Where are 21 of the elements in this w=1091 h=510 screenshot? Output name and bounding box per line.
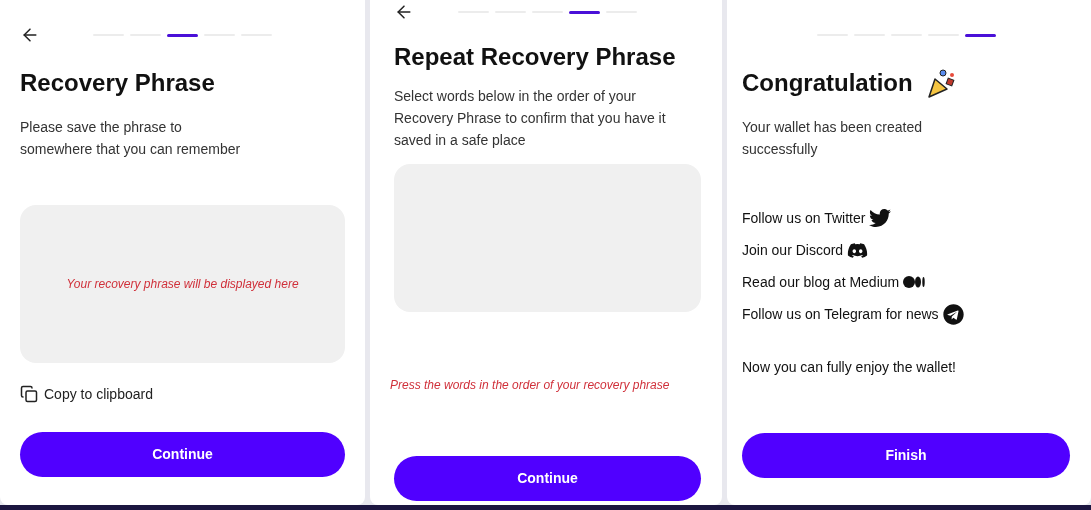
dots-icon: [903, 275, 926, 289]
screen-title: Recovery Phrase: [20, 68, 216, 98]
screen-description: Please save the phrase to somewhere that you can remember: [20, 118, 242, 159]
primary-button[interactable]: Continue: [20, 432, 345, 477]
social-link[interactable]: Follow us on Twitter: [742, 206, 892, 230]
copy-icon: [20, 385, 38, 403]
screen-title: Repeat Recovery Phrase: [394, 42, 677, 72]
screen-description: Select words below in the order of your Recovery Phrase to confirm that you have it saved in a safe place: [394, 87, 667, 150]
closing-text: Now you can fully enjoy the wallet!: [742, 358, 957, 377]
copy-link[interactable]: Copy to clipboard: [20, 384, 153, 404]
primary-button[interactable]: Continue: [394, 456, 701, 501]
screen-description: Your wallet has been created successfully: [742, 118, 924, 159]
social-link[interactable]: Read our blog at Medium: [742, 270, 926, 294]
paper-plane-icon: [942, 303, 964, 325]
phrase-field[interactable]: Your recovery phrase will be displayed here: [20, 205, 345, 363]
primary-button[interactable]: Finish: [742, 433, 1070, 478]
bird-icon: [869, 207, 892, 229]
social-link[interactable]: Follow us on Telegram for news: [742, 302, 964, 326]
social-link[interactable]: Join our Discord: [742, 238, 869, 262]
hint-text: Press the words in the order of your recovery phrase: [390, 377, 671, 394]
screen-title: Congratulation: [742, 68, 913, 98]
